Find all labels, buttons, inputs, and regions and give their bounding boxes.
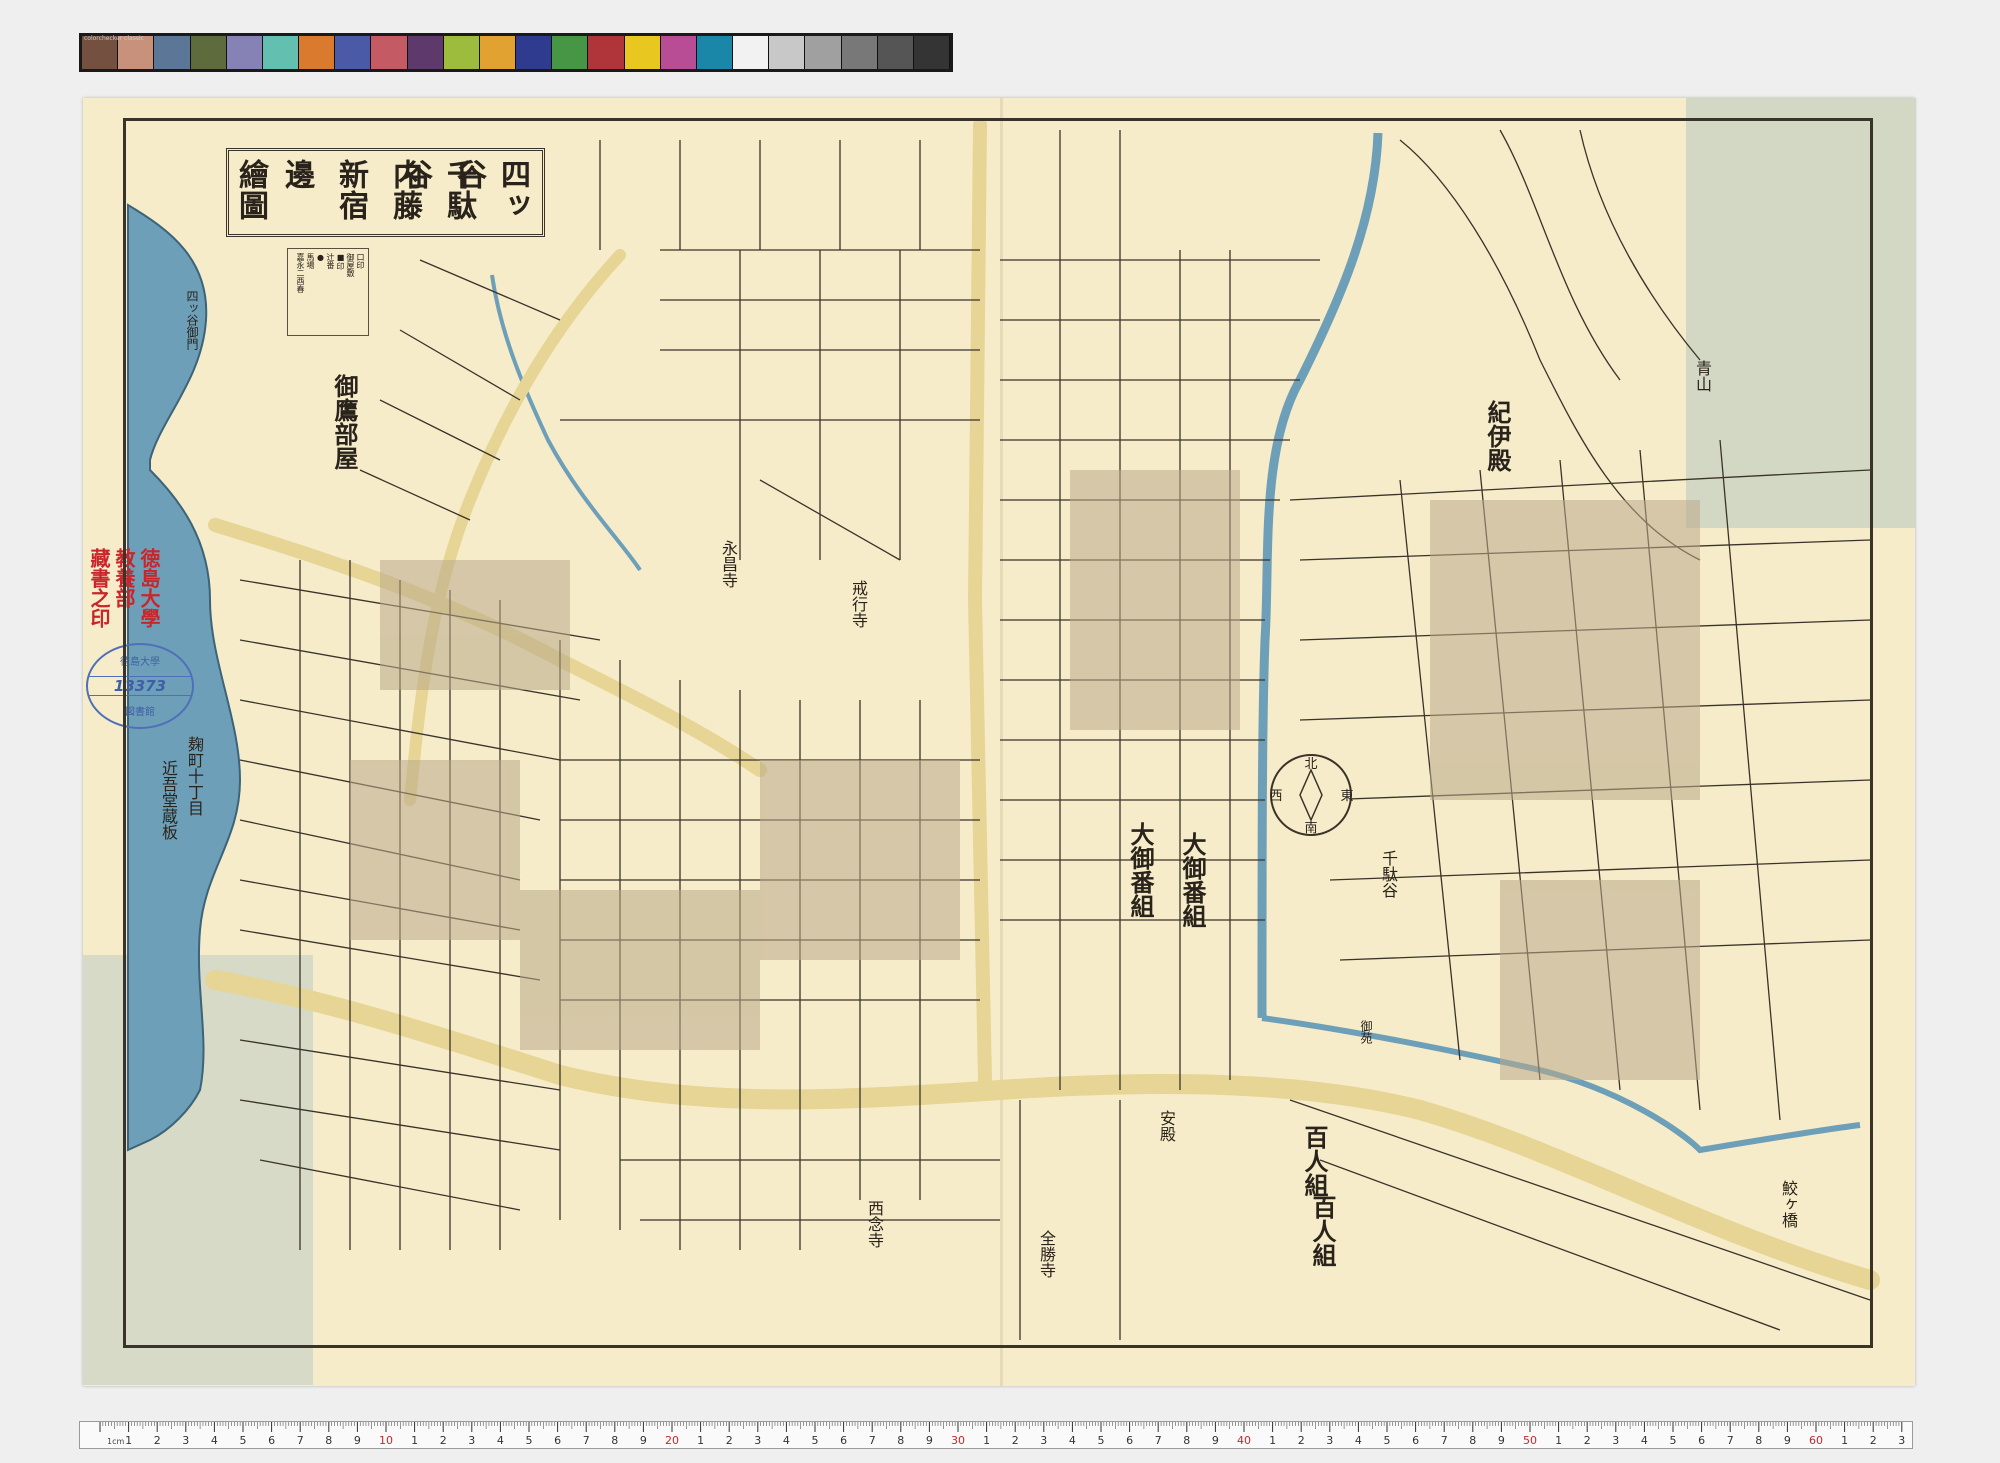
ruler-minor-label: 5 [1098,1434,1105,1447]
ruler-minor-label: 1 [1555,1434,1562,1447]
ruler-minor-label: 4 [1069,1434,1076,1447]
ruler-minor-label: 1 [697,1434,704,1447]
ruler-minor-label: 3 [1612,1434,1619,1447]
ruler-minor-label: 8 [611,1434,618,1447]
ruler-major-label: 60 [1809,1434,1823,1447]
ruler-minor-label: 7 [1727,1434,1734,1447]
ruler-minor-label: 9 [1498,1434,1505,1447]
ruler-minor-label: 2 [1012,1434,1019,1447]
ruler-ticks: 1 2 3 4 5 6 7 8 9 10 1 2 3 4 5 6 7 8 9 20 1 2 3 4 5 6 7 8 9 30 1 2 3 4 5 6 7… [99,1422,1905,1447]
ruler-minor-label: 1 [1269,1434,1276,1447]
ruler-major-label: 50 [1523,1434,1537,1447]
ruler-minor-label: 1 [983,1434,990,1447]
ruler-minor-label: 7 [869,1434,876,1447]
ruler-minor-label: 2 [1298,1434,1305,1447]
red-seal-line: 藏書之印 [87,548,111,628]
ruler-minor-label: 6 [1126,1434,1133,1447]
ruler-minor-label: 9 [1784,1434,1791,1447]
ruler-minor-label: 9 [640,1434,647,1447]
ruler-minor-label: 6 [1412,1434,1419,1447]
ruler-minor-label: 8 [325,1434,332,1447]
ruler-minor-label: 4 [497,1434,504,1447]
ruler-minor-label: 1 [125,1434,132,1447]
ruler-major-label: 10 [379,1434,393,1447]
ruler-minor-label: 5 [1384,1434,1391,1447]
ruler-minor-label: 8 [1755,1434,1762,1447]
ruler-minor-label: 2 [1870,1434,1877,1447]
ruler-minor-label: 3 [1898,1434,1905,1447]
ruler-minor-label: 7 [297,1434,304,1447]
ruler-minor-label: 3 [468,1434,475,1447]
ruler-minor-label: 4 [783,1434,790,1447]
ruler-minor-label: 9 [354,1434,361,1447]
ruler-major-label: 40 [1237,1434,1251,1447]
ruler-major-label: 20 [665,1434,679,1447]
ruler-minor-label: 9 [1212,1434,1219,1447]
ruler-minor-label: 8 [897,1434,904,1447]
ruler-minor-label: 3 [754,1434,761,1447]
ruler-minor-label: 4 [1641,1434,1648,1447]
ruler-major-label: 30 [951,1434,965,1447]
ruler-minor-label: 8 [1183,1434,1190,1447]
ruler-minor-label: 6 [1698,1434,1705,1447]
ruler-minor-label: 7 [1155,1434,1162,1447]
ruler-minor-label: 1 [411,1434,418,1447]
ruler-minor-label: 5 [526,1434,533,1447]
ruler-minor-label: 3 [1326,1434,1333,1447]
ruler-minor-label: 2 [440,1434,447,1447]
ruler-minor-label: 3 [182,1434,189,1447]
ruler-minor-label: 7 [583,1434,590,1447]
ruler-minor-label: 4 [211,1434,218,1447]
measuring-ruler: 1 2 3 4 5 6 7 8 9 10 1 2 3 4 5 6 7 8 9 20 1 2 3 4 5 6 7 8 9 30 1 2 3 4 5 6 7… [79,1421,1913,1449]
ruler-minor-label: 5 [812,1434,819,1447]
ruler-minor-label: 2 [1584,1434,1591,1447]
ruler-minor-label: 2 [726,1434,733,1447]
ruler-unit: 1cm [107,1437,125,1446]
ruler-minor-label: 4 [1355,1434,1362,1447]
ruler-minor-label: 6 [840,1434,847,1447]
map-frame [123,118,1873,1348]
ruler-minor-label: 3 [1040,1434,1047,1447]
ruler-minor-label: 9 [926,1434,933,1447]
ruler-minor-label: 7 [1441,1434,1448,1447]
ruler-minor-label: 6 [554,1434,561,1447]
ruler-minor-label: 8 [1469,1434,1476,1447]
ruler-minor-label: 2 [154,1434,161,1447]
ruler-minor-label: 1 [1841,1434,1848,1447]
ruler-minor-label: 6 [268,1434,275,1447]
ruler-minor-label: 5 [1670,1434,1677,1447]
ruler-minor-label: 5 [240,1434,247,1447]
